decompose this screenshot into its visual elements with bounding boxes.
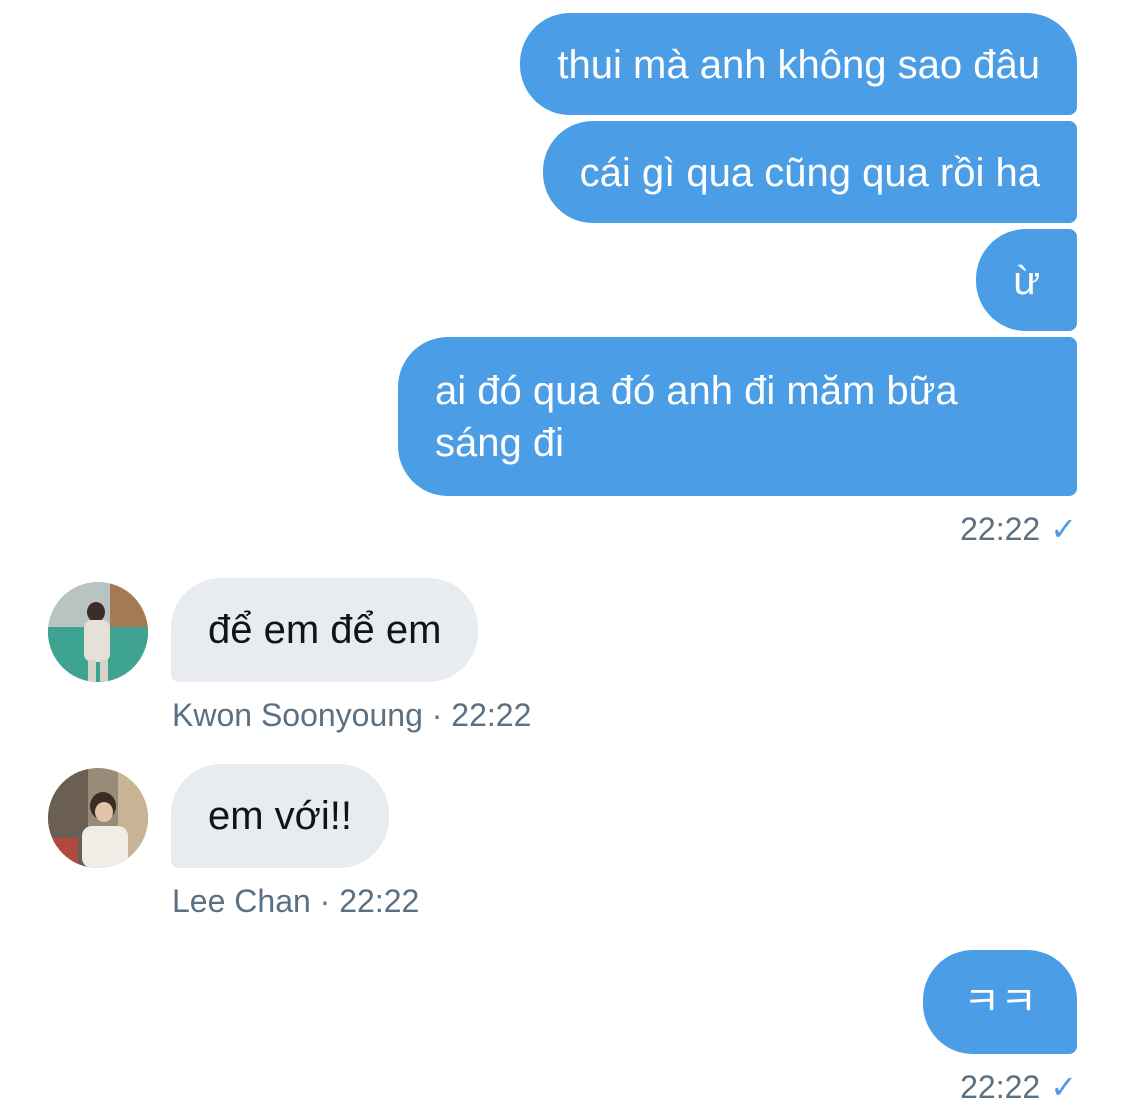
outgoing-message-bubble[interactable]: ㅋㅋ [923,950,1077,1054]
outgoing-message-bubble[interactable]: cái gì qua cũng qua rồi ha [542,121,1077,223]
message-text: cái gì qua cũng qua rồi ha [579,151,1040,195]
message-sender-meta: Kwon Soonyoung · 22:22 [172,697,531,734]
outgoing-message-bubble[interactable]: thui mà anh không sao đâu [520,13,1077,115]
message-text: để em để em [208,608,442,652]
avatar[interactable] [48,768,148,868]
timestamp: 22:22 [960,511,1041,547]
read-check-icon: ✓ [1050,511,1077,547]
outgoing-timestamp: 22:22 ✓ [960,510,1077,548]
message-text-line: sáng đi [435,421,564,465]
read-check-icon: ✓ [1050,1069,1077,1105]
message-text: ừ [1013,259,1040,303]
sender-name: Lee Chan [172,883,311,919]
avatar[interactable] [48,582,148,682]
message-text: ㅋㅋ [963,980,1037,1024]
timestamp: 22:22 [960,1069,1041,1105]
outgoing-timestamp: 22:22 ✓ [960,1068,1077,1106]
timestamp: 22:22 [339,883,420,919]
sender-name: Kwon Soonyoung [172,697,423,733]
lee-chan-avatar-image [48,768,148,868]
incoming-message-bubble[interactable]: em với!! [171,764,390,868]
message-text: em với!! [208,794,353,838]
message-text: thui mà anh không sao đâu [557,43,1040,87]
incoming-message-bubble[interactable]: để em để em [171,578,479,682]
meta-separator: · [431,697,443,733]
meta-separator: · [319,883,331,919]
outgoing-message-bubble[interactable]: ai đó qua đó anh đi măm bữa sáng đi [398,337,1077,496]
message-text-line: ai đó qua đó anh đi măm bữa [435,369,958,413]
message-sender-meta: Lee Chan · 22:22 [172,883,419,920]
outgoing-message-bubble[interactable]: ừ [976,229,1077,331]
kwon-soonyoung-avatar-image [48,582,148,682]
timestamp: 22:22 [451,697,532,733]
